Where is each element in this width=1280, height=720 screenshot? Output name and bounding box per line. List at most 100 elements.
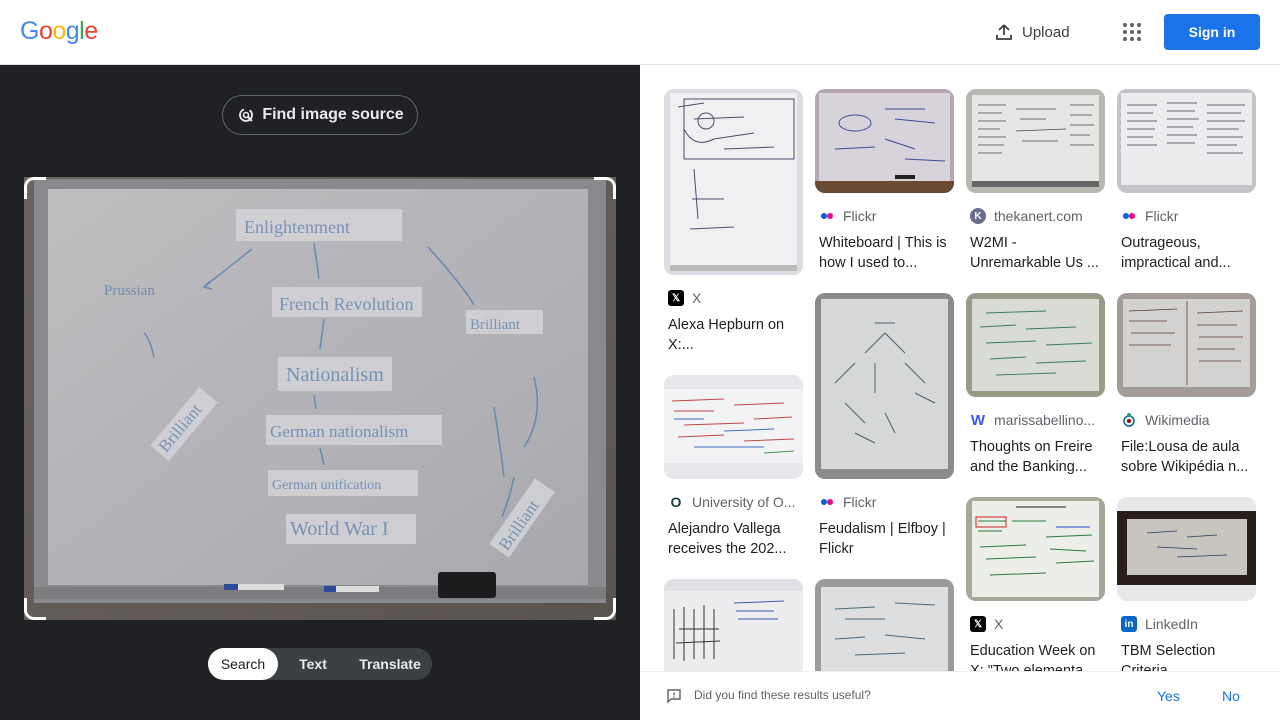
logo-letter: G: [20, 17, 39, 45]
tab-text[interactable]: Text: [278, 648, 348, 680]
result-thumbnail[interactable]: [1117, 293, 1256, 397]
result-source-name: marissabellino...: [994, 412, 1096, 428]
result-source-name: Flickr: [843, 208, 877, 224]
result-source: Flickr: [815, 493, 954, 511]
svg-text:World War I: World War I: [290, 518, 389, 540]
result-source: Flickr: [1117, 207, 1256, 225]
upload-button[interactable]: Upload: [984, 14, 1080, 50]
result-thumbnail[interactable]: [664, 579, 803, 683]
result-card[interactable]: [664, 579, 803, 683]
results-column-2: Flickr Whiteboard | This is how I used t…: [815, 89, 954, 683]
linkedin-icon: in: [1121, 616, 1137, 632]
logo-letter: e: [84, 17, 98, 45]
result-card[interactable]: W marissabellino... Thoughts on Freire a…: [966, 293, 1105, 477]
x-icon: 𝕏: [668, 290, 684, 306]
result-title[interactable]: Outrageous, impractical and...: [1117, 233, 1256, 273]
result-source-name: Wikimedia: [1145, 412, 1210, 428]
result-thumbnail[interactable]: [664, 89, 803, 275]
result-card[interactable]: 𝕏 X Alexa Hepburn on X:...: [664, 89, 803, 355]
svg-text:Nationalism: Nationalism: [286, 364, 384, 386]
crop-handle-top-right[interactable]: [594, 177, 616, 199]
result-card[interactable]: K thekanert.com W2MI - Unremarkable Us .…: [966, 89, 1105, 273]
google-logo[interactable]: Google: [20, 17, 98, 46]
svg-text:Enlightenment: Enlightenment: [244, 217, 350, 237]
upload-label: Upload: [1022, 23, 1070, 41]
flickr-icon: [819, 208, 835, 224]
results-column-4: Flickr Outrageous, impractical and... Wi…: [1117, 89, 1256, 681]
svg-text:Prussian: Prussian: [104, 283, 155, 299]
image-preview-panel: Find image source Enlightenment French R…: [0, 65, 640, 720]
result-source: Flickr: [815, 207, 954, 225]
visual-matches-panel: 𝕏 X Alexa Hepburn on X:... O University …: [640, 65, 1280, 720]
result-source-name: LinkedIn: [1145, 616, 1198, 632]
result-card[interactable]: O University of O... Alejandro Vallega r…: [664, 375, 803, 559]
result-thumbnail[interactable]: [1117, 497, 1256, 601]
results-column-3: K thekanert.com W2MI - Unremarkable Us .…: [966, 89, 1105, 681]
result-source: 𝕏 X: [966, 615, 1105, 633]
result-title[interactable]: Feudalism | Elfboy | Flickr: [815, 519, 954, 559]
svg-text:German nationalism: German nationalism: [270, 422, 408, 441]
result-thumbnail[interactable]: [966, 293, 1105, 397]
result-thumbnail[interactable]: [1117, 89, 1256, 193]
result-thumbnail[interactable]: [815, 579, 954, 683]
feedback-icon: [667, 689, 681, 704]
find-image-source-label: Find image source: [262, 106, 404, 123]
result-source: Wikimedia: [1117, 411, 1256, 429]
feedback-yes-button[interactable]: Yes: [1157, 688, 1180, 704]
result-source: 𝕏 X: [664, 289, 803, 307]
result-title[interactable]: File:Lousa de aula sobre Wikipédia n...: [1117, 437, 1256, 477]
flickr-icon: [1121, 208, 1137, 224]
flickr-icon: [819, 494, 835, 510]
result-card[interactable]: Flickr Outrageous, impractical and...: [1117, 89, 1256, 273]
kanert-k-icon: K: [970, 208, 986, 224]
find-image-source-button[interactable]: Find image source: [222, 95, 418, 135]
result-source: O University of O...: [664, 493, 803, 511]
result-card[interactable]: Flickr Feudalism | Elfboy | Flickr: [815, 293, 954, 559]
google-apps-icon[interactable]: [1116, 16, 1148, 48]
result-title[interactable]: W2MI - Unremarkable Us ...: [966, 233, 1105, 273]
wordpress-icon: W: [970, 411, 986, 429]
feedback-question: Did you find these results useful?: [694, 688, 871, 702]
result-source-name: thekanert.com: [994, 208, 1083, 224]
sign-in-button[interactable]: Sign in: [1164, 14, 1260, 50]
results-column-1: 𝕏 X Alexa Hepburn on X:... O University …: [664, 89, 803, 683]
result-source-name: University of O...: [692, 494, 796, 510]
upload-icon: [996, 24, 1012, 40]
result-thumbnail[interactable]: [664, 375, 803, 479]
tab-search[interactable]: Search: [208, 648, 278, 680]
result-source-name: X: [994, 616, 1004, 632]
result-source: in LinkedIn: [1117, 615, 1256, 633]
wikimedia-icon: [1121, 412, 1137, 428]
search-mode-tabs: Search Text Translate: [208, 648, 432, 680]
result-card[interactable]: [815, 579, 954, 683]
crop-handle-bottom-left[interactable]: [24, 598, 46, 620]
feedback-no-button[interactable]: No: [1222, 688, 1240, 704]
svg-text:Brilliant: Brilliant: [470, 317, 521, 333]
logo-letter: g: [65, 17, 80, 45]
svg-text:German unification: German unification: [272, 478, 381, 493]
result-card[interactable]: in LinkedIn TBM Selection Criteria: [1117, 497, 1256, 681]
result-thumbnail[interactable]: [815, 89, 954, 193]
result-title[interactable]: Whiteboard | This is how I used to...: [815, 233, 954, 273]
result-title[interactable]: Alejandro Vallega receives the 202...: [664, 519, 803, 559]
crop-handle-bottom-right[interactable]: [594, 598, 616, 620]
logo-letter: o: [38, 17, 53, 45]
result-thumbnail[interactable]: [815, 293, 954, 479]
result-title[interactable]: Alexa Hepburn on X:...: [664, 315, 803, 355]
tab-translate[interactable]: Translate: [348, 648, 432, 680]
result-card[interactable]: Wikimedia File:Lousa de aula sobre Wikip…: [1117, 293, 1256, 477]
lens-search-icon: [239, 108, 254, 122]
crop-handle-top-left[interactable]: [24, 177, 46, 199]
result-source-name: Flickr: [1145, 208, 1179, 224]
result-source: W marissabellino...: [966, 411, 1105, 429]
oregon-o-icon: O: [670, 494, 682, 510]
x-icon: 𝕏: [970, 616, 986, 632]
uploaded-image[interactable]: Enlightenment French Revolution National…: [24, 177, 616, 620]
feedback-bar: Did you find these results useful? Yes N…: [640, 671, 1280, 720]
result-card[interactable]: Flickr Whiteboard | This is how I used t…: [815, 89, 954, 273]
result-source-name: X: [692, 290, 702, 306]
result-thumbnail[interactable]: [966, 89, 1105, 193]
result-card[interactable]: 𝕏 X Education Week on X: "Two elementa..…: [966, 497, 1105, 681]
result-thumbnail[interactable]: [966, 497, 1105, 601]
result-title[interactable]: Thoughts on Freire and the Banking...: [966, 437, 1105, 477]
